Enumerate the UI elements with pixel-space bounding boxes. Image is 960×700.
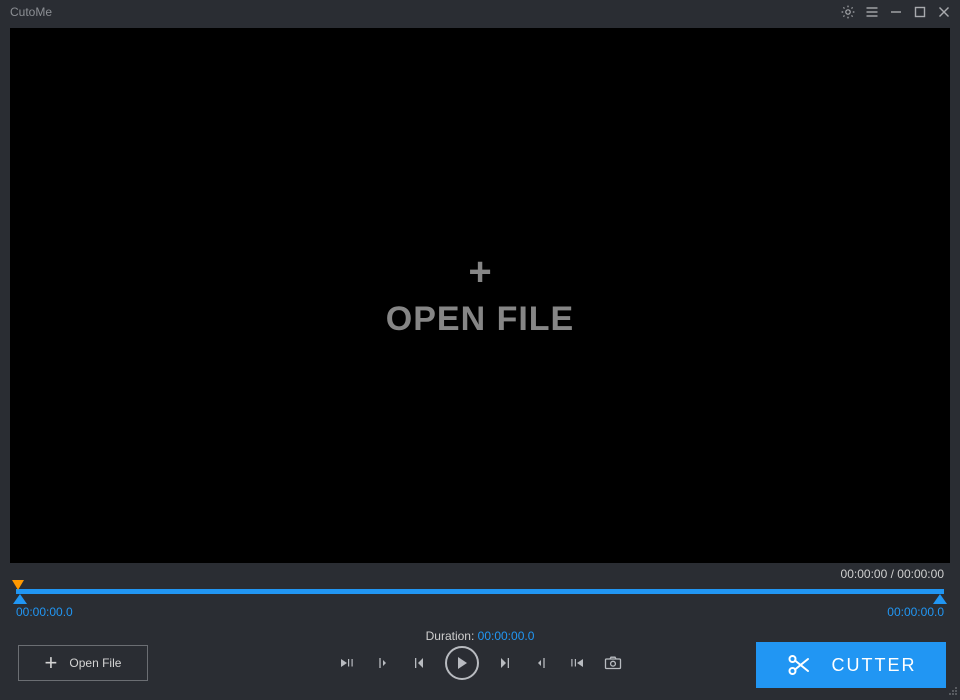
titlebar[interactable]: CutoMe — [0, 0, 960, 24]
jump-to-end-button[interactable] — [567, 653, 587, 673]
window-resize-grip[interactable] — [946, 686, 958, 698]
plus-icon: + — [45, 652, 58, 674]
trim-start-handle[interactable] — [13, 594, 27, 604]
minimize-icon[interactable] — [886, 2, 906, 22]
scissors-icon — [786, 652, 812, 678]
timeline-end-time: 00:00:00.0 — [887, 605, 944, 619]
open-file-placeholder: + OPEN FILE — [386, 252, 574, 339]
next-frame-button[interactable] — [495, 653, 515, 673]
total-time: 00:00:00 — [897, 567, 944, 581]
plus-icon: + — [468, 252, 491, 292]
set-end-marker-button[interactable] — [531, 653, 551, 673]
bottom-toolbar: + Open File — [0, 638, 960, 688]
timeline-time-labels: 00:00:00.0 00:00:00.0 — [16, 605, 944, 619]
window-controls — [838, 2, 954, 22]
open-file-placeholder-label: OPEN FILE — [386, 300, 574, 339]
set-start-marker-button[interactable] — [373, 653, 393, 673]
snapshot-button[interactable] — [603, 653, 623, 673]
timeline[interactable] — [16, 583, 944, 603]
current-time: 00:00:00 — [841, 567, 888, 581]
timeline-start-time: 00:00:00.0 — [16, 605, 73, 619]
open-file-button[interactable]: + Open File — [18, 645, 148, 681]
playhead-handle[interactable] — [12, 580, 24, 590]
open-file-button-label: Open File — [69, 656, 121, 670]
trim-end-handle[interactable] — [933, 594, 947, 604]
jump-to-start-button[interactable] — [337, 653, 357, 673]
timeline-track[interactable] — [16, 589, 944, 594]
close-icon[interactable] — [934, 2, 954, 22]
video-preview-dropzone[interactable]: + OPEN FILE — [10, 28, 950, 563]
time-separator: / — [887, 567, 897, 581]
cutter-button-label: CUTTER — [832, 655, 917, 676]
settings-gear-icon[interactable] — [838, 2, 858, 22]
play-button[interactable] — [445, 646, 479, 680]
previous-frame-button[interactable] — [409, 653, 429, 673]
maximize-icon[interactable] — [910, 2, 930, 22]
app-title: CutoMe — [10, 5, 52, 19]
cutter-button[interactable]: CUTTER — [756, 642, 946, 688]
time-display: 00:00:00 / 00:00:00 — [0, 563, 960, 583]
playback-controls — [337, 646, 623, 680]
menu-icon[interactable] — [862, 2, 882, 22]
